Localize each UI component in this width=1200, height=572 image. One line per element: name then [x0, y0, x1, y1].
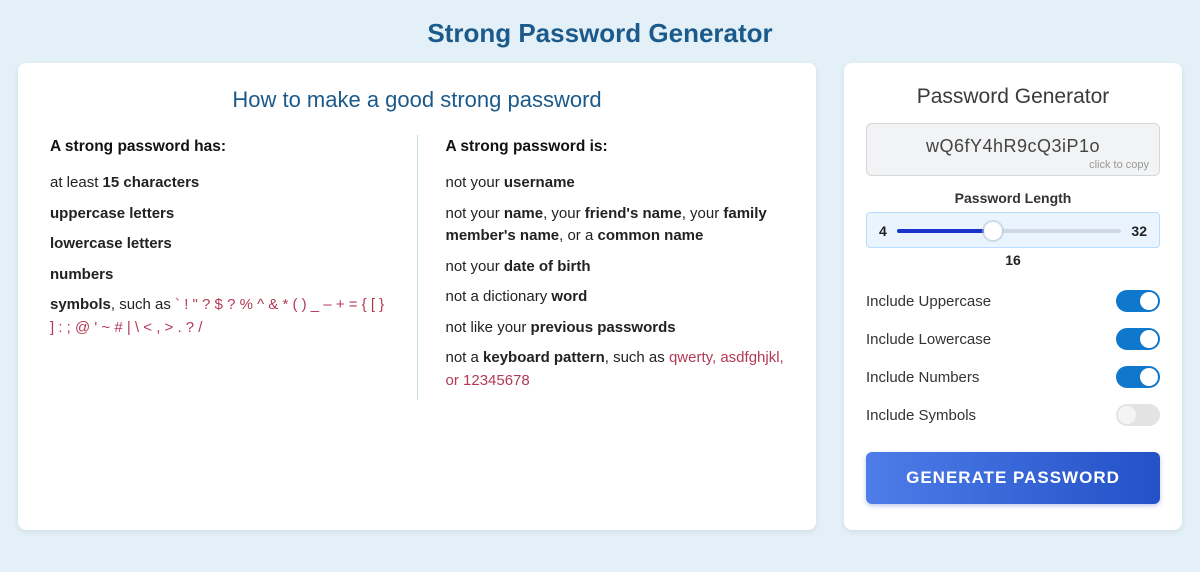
slider-value: 16	[866, 252, 1160, 268]
col-is-heading: A strong password is:	[446, 135, 785, 158]
list-item: not your date of birth	[446, 256, 785, 279]
list-item: not a dictionary word	[446, 286, 785, 309]
page-title: Strong Password Generator	[0, 0, 1200, 63]
option-label: Include Lowercase	[866, 331, 991, 348]
list-item: not a keyboard pattern, such as qwerty, …	[446, 347, 785, 392]
slider-min: 4	[879, 223, 887, 239]
info-col-has: A strong password has: at least 15 chara…	[50, 135, 417, 400]
option-numbers: Include Numbers	[866, 358, 1160, 396]
password-output[interactable]: wQ6fY4hR9cQ3iP1o click to copy	[866, 123, 1160, 176]
toggle-uppercase[interactable]	[1116, 290, 1160, 312]
generate-button[interactable]: GENERATE PASSWORD	[866, 452, 1160, 504]
slider-track[interactable]	[897, 229, 1122, 233]
list-item: not like your previous passwords	[446, 317, 785, 340]
info-col-is: A strong password is: not your username …	[417, 135, 785, 400]
option-label: Include Numbers	[866, 369, 979, 386]
col-has-heading: A strong password has:	[50, 135, 389, 158]
option-lowercase: Include Lowercase	[866, 320, 1160, 358]
toggle-lowercase[interactable]	[1116, 328, 1160, 350]
slider-thumb[interactable]	[984, 222, 1002, 240]
password-value: wQ6fY4hR9cQ3iP1o	[877, 136, 1149, 157]
length-slider[interactable]: 4 32	[866, 212, 1160, 248]
option-label: Include Symbols	[866, 407, 976, 424]
option-label: Include Uppercase	[866, 293, 991, 310]
list-item: uppercase letters	[50, 203, 389, 226]
slider-max: 32	[1131, 223, 1147, 239]
info-card: How to make a good strong password A str…	[18, 63, 816, 530]
list-item: numbers	[50, 264, 389, 287]
option-uppercase: Include Uppercase	[866, 282, 1160, 320]
list-item: not your name, your friend's name, your …	[446, 203, 785, 248]
copy-hint: click to copy	[877, 159, 1149, 171]
list-item: at least 15 characters	[50, 172, 389, 195]
length-label: Password Length	[866, 190, 1160, 206]
list-item: not your username	[446, 172, 785, 195]
list-item: symbols, such as ` ! " ? $ ? % ^ & * ( )…	[50, 294, 389, 339]
generator-card: Password Generator wQ6fY4hR9cQ3iP1o clic…	[844, 63, 1182, 530]
info-heading: How to make a good strong password	[50, 87, 784, 113]
list-item: lowercase letters	[50, 233, 389, 256]
generator-heading: Password Generator	[866, 85, 1160, 109]
toggle-symbols[interactable]	[1116, 404, 1160, 426]
toggle-numbers[interactable]	[1116, 366, 1160, 388]
option-symbols: Include Symbols	[866, 396, 1160, 434]
